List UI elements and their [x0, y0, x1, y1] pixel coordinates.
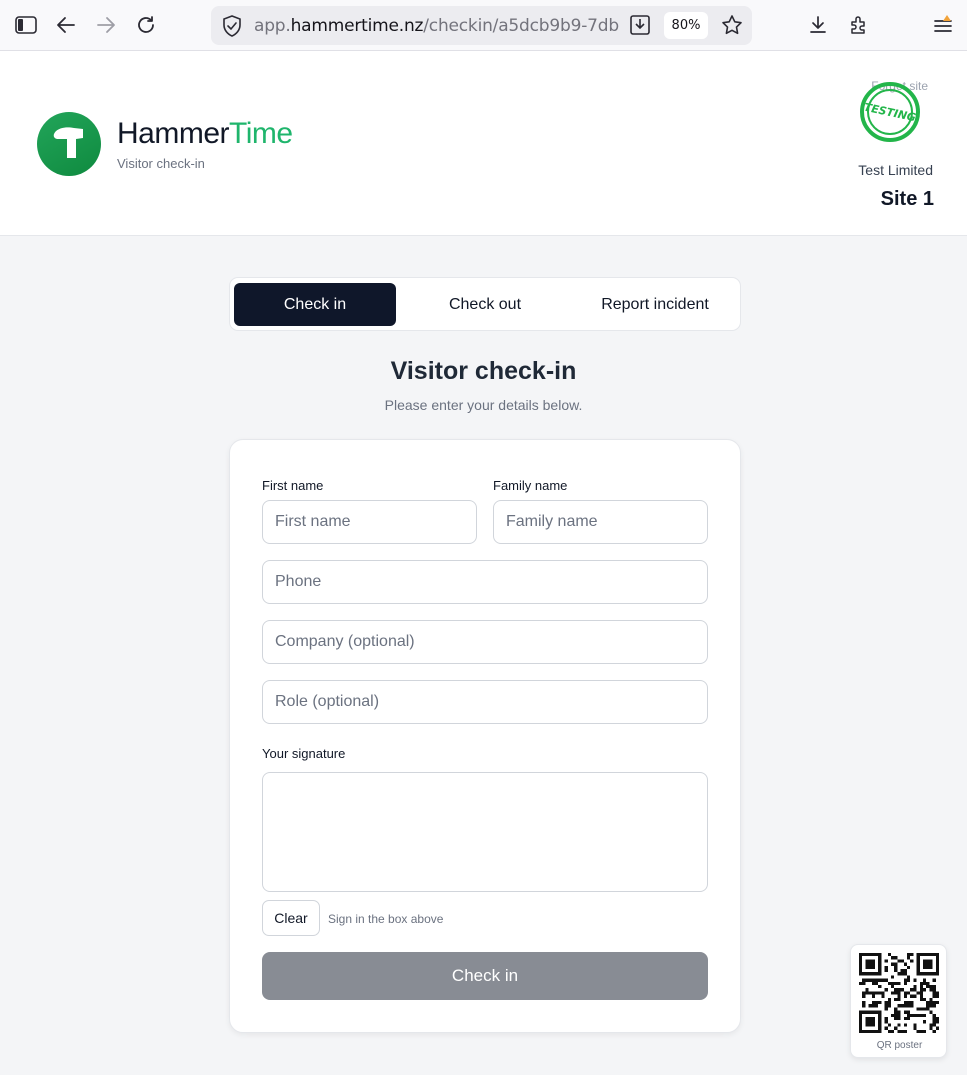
- role-input[interactable]: [262, 680, 708, 724]
- company-name: Test Limited: [858, 162, 933, 178]
- brand-name: HammerTime: [117, 117, 293, 150]
- signature-label: Your signature: [262, 746, 346, 761]
- browser-toolbar: app.hammertime.nz/checkin/a5dcb9b9-7dbb-…: [0, 0, 967, 51]
- signature-pad[interactable]: [262, 772, 708, 892]
- extensions-icon[interactable]: [843, 10, 873, 40]
- back-icon[interactable]: [51, 10, 81, 40]
- reload-icon[interactable]: [131, 10, 161, 40]
- shield-icon[interactable]: [222, 15, 242, 42]
- zoom-level[interactable]: 80%: [664, 12, 708, 39]
- page-title: Visitor check-in: [390, 357, 577, 385]
- site-name: Site 1: [880, 188, 934, 210]
- family-name-label: Family name: [493, 478, 568, 493]
- clear-signature-button[interactable]: Clear: [262, 900, 320, 936]
- qr-poster-label: QR poster: [876, 1040, 923, 1051]
- phone-input[interactable]: [262, 560, 708, 604]
- sidebar-toggle-icon[interactable]: [11, 10, 41, 40]
- testing-stamp-icon: TESTING: [858, 81, 922, 143]
- downloads-icon[interactable]: [803, 10, 833, 40]
- bookmark-star-icon[interactable]: [721, 14, 743, 41]
- page-subtitle: Please enter your details below.: [384, 397, 583, 413]
- mode-tabs: Check in Check out Report incident: [229, 277, 741, 331]
- first-name-input[interactable]: [262, 500, 477, 544]
- url-text[interactable]: app.hammertime.nz/checkin/a5dcb9b9-7dbb-…: [254, 16, 620, 36]
- qr-poster-card[interactable]: QR poster: [850, 944, 947, 1058]
- brand-subtitle: Visitor check-in: [117, 156, 205, 171]
- forward-icon[interactable]: [91, 10, 121, 40]
- tab-check-in[interactable]: Check in: [234, 283, 396, 326]
- site-header: HammerTime Visitor check-in Forget site …: [0, 51, 967, 236]
- tab-report-incident[interactable]: Report incident: [574, 283, 736, 326]
- checkin-form: First name Family name Your signature Cl…: [229, 439, 741, 1033]
- qr-code-icon: [859, 953, 939, 1033]
- check-in-submit-button[interactable]: Check in: [262, 952, 708, 1000]
- address-bar[interactable]: app.hammertime.nz/checkin/a5dcb9b9-7dbb-…: [211, 6, 752, 45]
- first-name-label: First name: [262, 478, 324, 493]
- company-input[interactable]: [262, 620, 708, 664]
- menu-icon[interactable]: [928, 10, 958, 40]
- signature-hint: Sign in the box above: [328, 912, 444, 926]
- family-name-input[interactable]: [493, 500, 708, 544]
- save-page-icon[interactable]: [629, 14, 651, 41]
- hammer-logo-icon: [37, 112, 101, 176]
- tab-check-out[interactable]: Check out: [404, 283, 566, 326]
